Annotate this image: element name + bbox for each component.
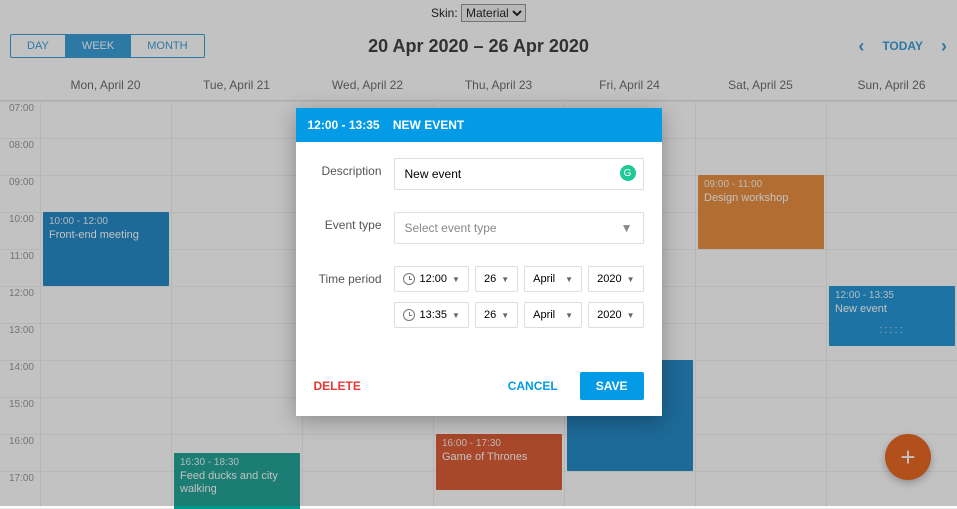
event-modal: 12:00 - 13:35 NEW EVENT Description G Ev…: [296, 108, 662, 416]
delete-button[interactable]: DELETE: [314, 379, 361, 393]
start-day-picker[interactable]: 26▼: [475, 266, 518, 292]
caret-down-icon: ▼: [621, 221, 633, 235]
modal-time: 12:00 - 13:35: [308, 118, 380, 132]
start-year-picker[interactable]: 2020▼: [588, 266, 643, 292]
clock-icon: [403, 309, 415, 321]
cancel-button[interactable]: CANCEL: [508, 379, 558, 393]
end-day-picker[interactable]: 26▼: [475, 302, 518, 328]
event-type-select[interactable]: Select event type ▼: [394, 212, 644, 244]
end-time-picker[interactable]: 13:35▼: [394, 302, 469, 328]
event-type-placeholder: Select event type: [405, 221, 497, 235]
grammarly-icon[interactable]: G: [620, 165, 636, 181]
modal-overlay[interactable]: 12:00 - 13:35 NEW EVENT Description G Ev…: [0, 0, 957, 506]
label-description: Description: [314, 158, 394, 178]
modal-header: 12:00 - 13:35 NEW EVENT: [296, 108, 662, 142]
start-month-picker[interactable]: April▼: [524, 266, 582, 292]
end-year-picker[interactable]: 2020▼: [588, 302, 643, 328]
end-month-picker[interactable]: April▼: [524, 302, 582, 328]
label-time-period: Time period: [314, 266, 394, 286]
description-input[interactable]: [394, 158, 644, 190]
save-button[interactable]: SAVE: [580, 372, 644, 400]
start-time-picker[interactable]: 12:00▼: [394, 266, 469, 292]
modal-title: NEW EVENT: [393, 118, 464, 132]
clock-icon: [403, 273, 415, 285]
label-event-type: Event type: [314, 212, 394, 232]
